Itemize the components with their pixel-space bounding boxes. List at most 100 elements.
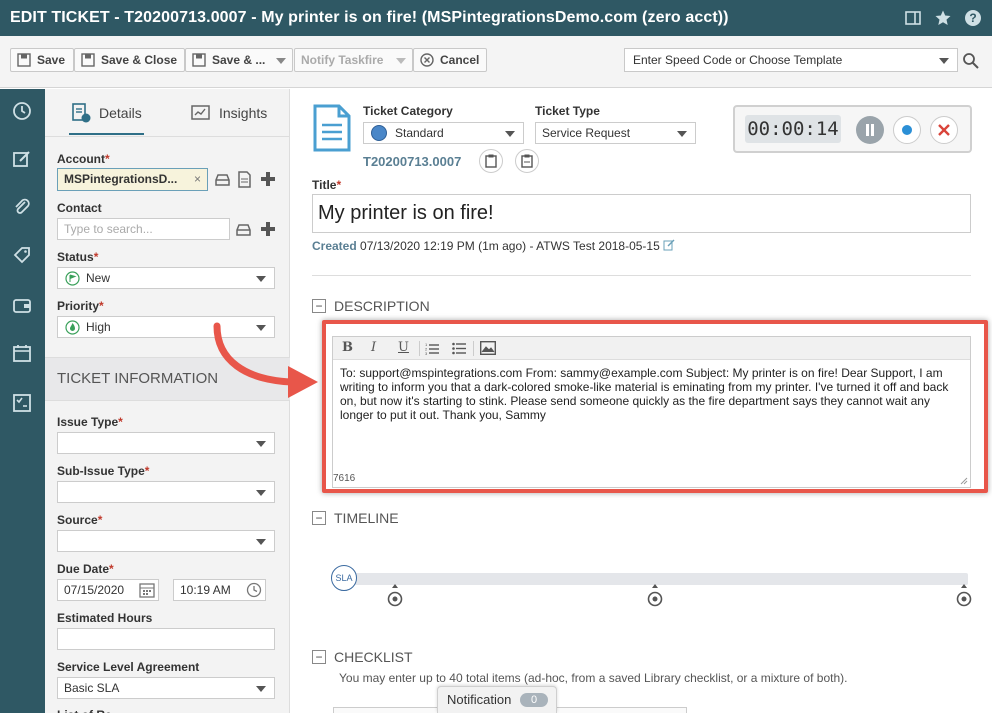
- clock-icon[interactable]: [246, 582, 262, 598]
- resize-handle-icon[interactable]: [960, 477, 968, 485]
- created-value: 07/13/2020 12:19 PM (1m ago): [360, 239, 527, 253]
- ticket-category-select[interactable]: Standard: [363, 122, 524, 144]
- collapse-icon[interactable]: −: [312, 299, 326, 313]
- wallet-icon[interactable]: [12, 295, 32, 318]
- category-color-dot: [371, 125, 387, 141]
- chevron-down-icon: [256, 276, 266, 282]
- sla-badge: SLA: [331, 565, 357, 591]
- title-input[interactable]: My printer is on fire!: [312, 194, 971, 233]
- save-more-button[interactable]: Save & ...: [185, 48, 293, 72]
- record-timer-button[interactable]: [893, 116, 921, 144]
- speed-code-select[interactable]: Enter Speed Code or Choose Template: [624, 48, 958, 72]
- details-sidebar: Details Insights Account* MSPintegration…: [45, 89, 290, 713]
- title-label: Title*: [312, 178, 342, 192]
- stop-timer-button[interactable]: [930, 116, 958, 144]
- collapse-icon[interactable]: −: [312, 511, 326, 525]
- truncated-label: List of Re...: [57, 708, 122, 713]
- clock-icon[interactable]: [12, 101, 32, 124]
- flag-icon: [65, 271, 80, 286]
- chevron-down-icon: [256, 490, 266, 496]
- attachment-icon[interactable]: [12, 197, 32, 220]
- target-icon: [387, 584, 403, 607]
- description-heading: DESCRIPTION: [334, 298, 430, 314]
- save-label: Save: [37, 53, 66, 67]
- bold-icon[interactable]: B: [342, 340, 353, 355]
- inbox-icon[interactable]: [214, 171, 231, 191]
- remove-account-icon[interactable]: ×: [194, 169, 201, 190]
- checklist-section-header[interactable]: − CHECKLIST: [312, 649, 413, 665]
- timeline-heading: TIMELINE: [334, 510, 399, 526]
- active-tab-indicator: [69, 133, 144, 135]
- sub-issue-type-select[interactable]: [57, 481, 275, 503]
- account-chip[interactable]: MSPintegrationsD... ×: [57, 168, 208, 191]
- add-contact-icon[interactable]: [259, 220, 277, 241]
- timeline-section-header[interactable]: − TIMELINE: [312, 510, 399, 526]
- tag-icon[interactable]: [12, 245, 32, 268]
- sub-issue-type-label: Sub-Issue Type*: [57, 464, 150, 478]
- checklist-icon[interactable]: [12, 393, 32, 416]
- estimated-hours-input[interactable]: [57, 628, 275, 650]
- ticket-category-label: Ticket Category: [363, 104, 453, 118]
- save-close-button[interactable]: Save & Close: [74, 48, 185, 72]
- ticket-category-value: Standard: [395, 126, 444, 140]
- calendar-icon[interactable]: [139, 582, 155, 598]
- sla-value: Basic SLA: [64, 681, 120, 695]
- tab-details-label: Details: [99, 105, 142, 121]
- search-icon[interactable]: [962, 52, 979, 72]
- star-icon[interactable]: [934, 9, 952, 30]
- created-separator: -: [529, 239, 534, 253]
- layout-icon[interactable]: [904, 9, 922, 30]
- target-icon: [956, 584, 972, 607]
- sla-select[interactable]: Basic SLA: [57, 677, 275, 699]
- sla-label: Service Level Agreement: [57, 660, 200, 674]
- floppy-icon: [17, 53, 31, 67]
- edit-icon[interactable]: [12, 149, 32, 172]
- notify-taskfire-button[interactable]: Notify Taskfire: [294, 48, 413, 72]
- edit-icon[interactable]: [663, 239, 675, 251]
- pause-timer-button[interactable]: [856, 116, 884, 144]
- due-date-input[interactable]: 07/15/2020: [57, 579, 159, 601]
- bullet-list-icon[interactable]: [452, 342, 466, 355]
- speed-code-placeholder: Enter Speed Code or Choose Template: [633, 53, 843, 67]
- due-time-input[interactable]: 10:19 AM: [173, 579, 266, 601]
- ticket-document-icon: [313, 104, 351, 152]
- created-label: Created: [312, 239, 357, 253]
- description-section-header[interactable]: − DESCRIPTION: [312, 298, 430, 314]
- chevron-down-icon: [677, 131, 687, 137]
- issue-type-select[interactable]: [57, 432, 275, 454]
- add-account-icon[interactable]: [259, 170, 277, 191]
- collapse-icon[interactable]: −: [312, 650, 326, 664]
- save-button[interactable]: Save: [10, 48, 74, 72]
- inbox-icon[interactable]: [235, 221, 252, 241]
- description-editor[interactable]: B I U 123 To: support@mspintegrations.co…: [332, 336, 971, 488]
- status-select[interactable]: New: [57, 267, 275, 289]
- record-icon: [902, 125, 912, 135]
- copy-ticket-number-icon[interactable]: [479, 149, 503, 173]
- details-icon: [72, 103, 91, 123]
- help-icon[interactable]: ?: [964, 9, 982, 30]
- cancel-button[interactable]: Cancel: [413, 48, 487, 72]
- numbered-list-icon[interactable]: 123: [425, 342, 439, 355]
- italic-icon[interactable]: I: [371, 340, 376, 355]
- timer-widget: 00:00:14: [733, 105, 972, 153]
- source-select[interactable]: [57, 530, 275, 552]
- tab-insights[interactable]: Insights: [191, 103, 267, 123]
- document-icon[interactable]: [237, 171, 252, 191]
- copy-link-icon[interactable]: [515, 149, 539, 173]
- contact-placeholder: Type to search...: [64, 222, 153, 236]
- window-title: EDIT TICKET - T20200713.0007 - My printe…: [10, 9, 729, 26]
- notification-tab[interactable]: Notification 0: [437, 686, 557, 713]
- description-char-count: 7616: [333, 473, 356, 484]
- image-icon[interactable]: [480, 341, 496, 355]
- underline-icon[interactable]: U: [398, 340, 409, 355]
- tab-details[interactable]: Details: [71, 103, 142, 123]
- ticket-type-label: Ticket Type: [535, 104, 600, 118]
- chevron-down-icon: [256, 441, 266, 447]
- contact-search-input[interactable]: Type to search...: [57, 218, 230, 240]
- calendar-icon[interactable]: [12, 343, 32, 366]
- svg-text:3: 3: [425, 351, 428, 355]
- ticket-type-select[interactable]: Service Request: [535, 122, 696, 144]
- contact-label: Contact: [57, 201, 102, 215]
- issue-type-label: Issue Type*: [57, 415, 123, 429]
- chevron-down-icon: [505, 131, 515, 137]
